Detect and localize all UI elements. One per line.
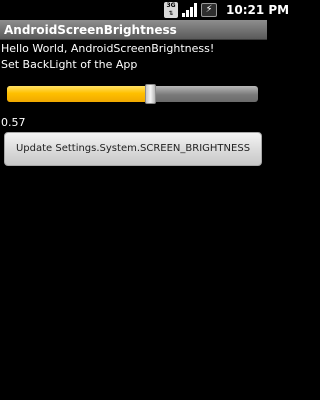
status-bar: 3G ⇅ ⚡ 10:21 PM	[0, 0, 289, 20]
seekbar-progress	[7, 86, 150, 102]
3g-data-icon: 3G ⇅	[164, 2, 178, 18]
seekbar-thumb[interactable]	[145, 84, 156, 104]
battery-charging-icon: ⚡	[201, 3, 217, 17]
seekbar-track[interactable]	[7, 86, 258, 102]
brightness-seekbar[interactable]	[7, 84, 258, 104]
brightness-value: 0.57	[1, 116, 26, 129]
update-brightness-button[interactable]: Update Settings.System.SCREEN_BRIGHTNESS	[4, 132, 262, 166]
charging-bolt-icon: ⚡	[205, 4, 213, 15]
app-title: AndroidScreenBrightness	[4, 23, 177, 37]
instruction-text: Set BackLight of the App	[1, 58, 138, 71]
network-type-label: 3G	[166, 2, 176, 9]
greeting-text: Hello World, AndroidScreenBrightness!	[1, 42, 215, 55]
app-title-bar: AndroidScreenBrightness	[0, 20, 267, 40]
status-clock: 10:21 PM	[226, 3, 290, 17]
signal-strength-icon	[182, 2, 197, 18]
data-arrows-icon: ⇅	[168, 10, 174, 17]
